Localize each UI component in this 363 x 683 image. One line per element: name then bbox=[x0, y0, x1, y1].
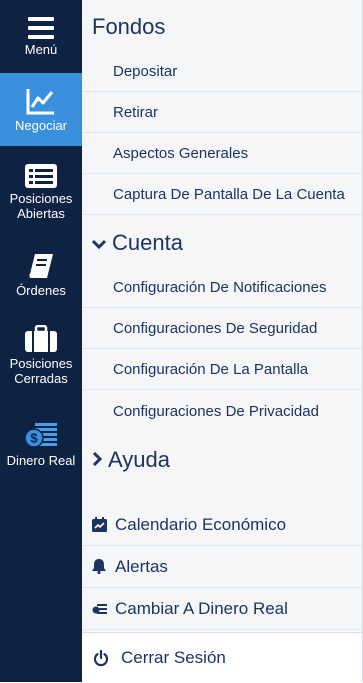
svg-text:$: $ bbox=[30, 431, 38, 446]
menu-panel: Fondos Depositar Retirar Aspectos Genera… bbox=[82, 0, 363, 683]
menu-item-label: Aspectos Generales bbox=[113, 145, 249, 162]
calendario-economico-button[interactable]: Calendario Económico bbox=[82, 504, 362, 546]
cambiar-dinero-real-button[interactable]: Cambiar A Dinero Real bbox=[82, 588, 362, 630]
briefcase-icon bbox=[25, 324, 57, 353]
section-cuenta-toggle[interactable]: Cuenta bbox=[91, 230, 183, 256]
menu-item-config-seguridad[interactable]: Configuraciones De Seguridad bbox=[82, 309, 362, 349]
power-icon bbox=[93, 649, 109, 667]
section-ayuda-toggle[interactable]: Ayuda bbox=[92, 447, 170, 473]
bell-icon bbox=[91, 559, 107, 574]
rail-ordenes-button[interactable]: Órdenes bbox=[0, 240, 82, 310]
cerrar-sesion-label: Cerrar Sesión bbox=[121, 648, 226, 667]
chevron-down-icon bbox=[91, 233, 107, 254]
menu-item-label: Configuración De La Pantalla bbox=[113, 361, 309, 378]
rail-posiciones-cerradas-button[interactable]: Posiciones Cerradas bbox=[0, 316, 82, 394]
menu-item-retirar[interactable]: Retirar bbox=[82, 93, 362, 133]
chevron-right-icon bbox=[92, 450, 103, 471]
menu-item-config-privacidad[interactable]: Configuraciones De Privacidad bbox=[82, 391, 362, 431]
cerrar-sesion-button[interactable]: Cerrar Sesión bbox=[82, 632, 362, 683]
book-icon bbox=[27, 252, 55, 280]
menu-item-label: Configuración De Notificaciones bbox=[113, 279, 327, 296]
menu-item-aspectos-generales[interactable]: Aspectos Generales bbox=[82, 134, 362, 174]
tool-label: Cambiar A Dinero Real bbox=[115, 598, 288, 618]
rail-posiciones-cerradas-label: Posiciones Cerradas bbox=[9, 355, 73, 386]
rail-posiciones-abiertas-label: Posiciones Abiertas bbox=[9, 190, 73, 221]
tool-label: Alertas bbox=[115, 556, 168, 576]
left-rail: Menú Negociar Posiciones Abiertas Órdene… bbox=[0, 0, 82, 682]
menu-item-label: Captura De Pantalla De La Cuenta bbox=[113, 186, 345, 203]
menu-item-config-pantalla[interactable]: Configuración De La Pantalla bbox=[82, 350, 362, 390]
hamburger-icon bbox=[28, 16, 54, 39]
rail-menu-button[interactable]: Menú bbox=[0, 0, 82, 73]
rail-dinero-real-button[interactable]: $ Dinero Real bbox=[0, 408, 82, 480]
rail-dinero-real-label: Dinero Real bbox=[6, 453, 76, 468]
menu-item-captura-pantalla[interactable]: Captura De Pantalla De La Cuenta bbox=[82, 175, 362, 215]
section-fondos-title[interactable]: Fondos bbox=[92, 14, 165, 40]
section-ayuda-label: Ayuda bbox=[108, 447, 170, 472]
section-fondos-label: Fondos bbox=[92, 14, 166, 39]
alertas-button[interactable]: Alertas bbox=[82, 546, 362, 588]
list-icon bbox=[25, 163, 57, 188]
rail-ordenes-label: Órdenes bbox=[16, 283, 66, 298]
rail-negociar-label: Negociar bbox=[14, 117, 68, 133]
rail-posiciones-abiertas-button[interactable]: Posiciones Abiertas bbox=[0, 152, 82, 232]
rail-negociar-button[interactable]: Negociar bbox=[0, 73, 82, 146]
menu-item-depositar[interactable]: Depositar bbox=[82, 52, 362, 92]
calendar-icon bbox=[91, 517, 107, 532]
rail-menu-label: Menú bbox=[24, 41, 58, 57]
tool-label: Calendario Económico bbox=[115, 514, 287, 534]
menu-item-label: Depositar bbox=[113, 63, 178, 80]
menu-item-label: Configuraciones De Seguridad bbox=[113, 320, 318, 337]
section-cuenta-label: Cuenta bbox=[112, 230, 183, 255]
menu-item-config-notificaciones[interactable]: Configuración De Notificaciones bbox=[82, 268, 362, 308]
menu-item-label: Retirar bbox=[113, 104, 159, 121]
menu-item-label: Configuraciones De Privacidad bbox=[113, 402, 319, 420]
coin-stack-icon: $ bbox=[23, 420, 59, 450]
trade-chart-icon bbox=[26, 87, 56, 115]
money-switch-icon bbox=[91, 603, 107, 615]
